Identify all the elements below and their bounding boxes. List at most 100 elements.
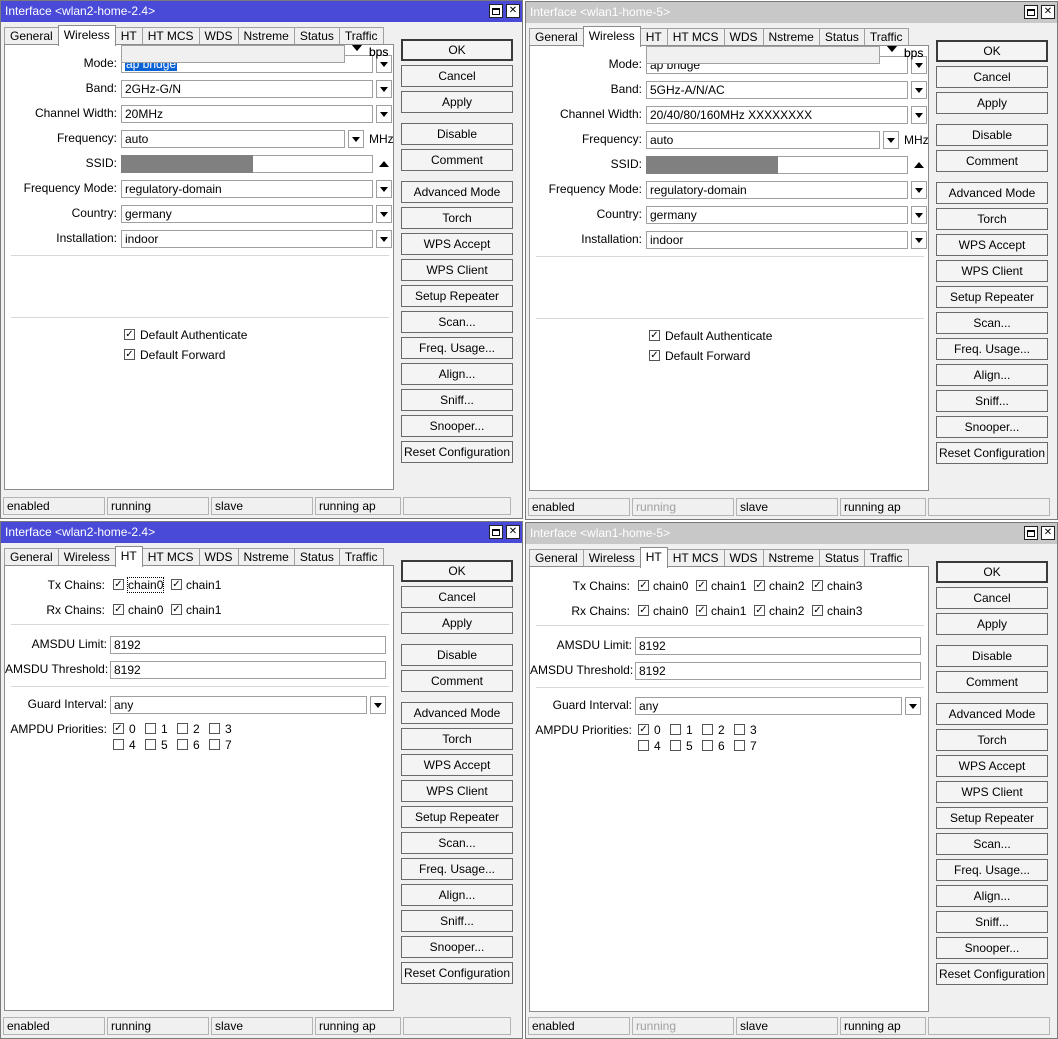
sniff-button[interactable]: Sniff... [401, 389, 513, 411]
ampdu-priority-7-checkbox[interactable] [209, 739, 220, 750]
disable-button[interactable]: Disable [401, 123, 513, 145]
frequency-mode-dropdown-icon[interactable] [376, 180, 392, 198]
tx-chains-chain0-checkbox[interactable]: ✓ [113, 579, 124, 590]
wps-client-button[interactable]: WPS Client [401, 259, 513, 281]
guard-interval-field[interactable]: any [110, 696, 367, 714]
snooper-button[interactable]: Snooper... [401, 936, 513, 958]
freq-usage-button[interactable]: Freq. Usage... [401, 337, 513, 359]
scan-button[interactable]: Scan... [936, 833, 1048, 855]
freq-usage-button[interactable]: Freq. Usage... [401, 858, 513, 880]
wps-client-button[interactable]: WPS Client [936, 781, 1048, 803]
tab-general[interactable]: General [529, 549, 584, 567]
sniff-button[interactable]: Sniff... [936, 390, 1048, 412]
maximize-icon[interactable] [1024, 526, 1038, 540]
disable-button[interactable]: Disable [936, 645, 1048, 667]
close-icon[interactable]: ✕ [506, 4, 520, 18]
setup-repeater-button[interactable]: Setup Repeater [936, 286, 1048, 308]
guard-interval-dropdown-icon[interactable] [370, 696, 386, 714]
default-authenticate-checkbox[interactable]: ✓ [124, 329, 135, 340]
undefined-expand-icon[interactable] [352, 45, 362, 51]
apply-button[interactable]: Apply [401, 612, 513, 634]
channel-width-field[interactable]: 20/40/80/160MHz XXXXXXXX [646, 106, 908, 124]
tab-status[interactable]: Status [818, 549, 865, 567]
sniff-button[interactable]: Sniff... [401, 910, 513, 932]
tab-ht-mcs[interactable]: HT MCS [666, 549, 725, 567]
ok-button[interactable]: OK [401, 39, 513, 61]
ampdu-priority-1-checkbox[interactable] [145, 723, 156, 734]
disable-button[interactable]: Disable [936, 124, 1048, 146]
tx-chains-chain0-checkbox[interactable]: ✓ [638, 580, 649, 591]
snooper-button[interactable]: Snooper... [936, 937, 1048, 959]
tx-chains-chain1-checkbox[interactable]: ✓ [171, 579, 182, 590]
rx-chains-chain1-checkbox[interactable]: ✓ [696, 605, 707, 616]
window-titlebar[interactable]: Interface <wlan2-home-2.4> ✕ [1, 1, 522, 22]
torch-button[interactable]: Torch [936, 208, 1048, 230]
amsdu-limit-field[interactable]: 8192 [635, 637, 921, 655]
tab-ht[interactable]: HT [114, 546, 143, 567]
default-forward-checkbox[interactable]: ✓ [124, 349, 135, 360]
window-titlebar[interactable]: Interface <wlan1-home-5> ✕ [526, 2, 1057, 23]
snooper-button[interactable]: Snooper... [401, 415, 513, 437]
ok-button[interactable]: OK [936, 561, 1048, 583]
frequency-dropdown-icon[interactable] [883, 131, 899, 149]
sniff-button[interactable]: Sniff... [936, 911, 1048, 933]
tab-wds[interactable]: WDS [198, 27, 239, 45]
wps-client-button[interactable]: WPS Client [401, 780, 513, 802]
ampdu-priority-5-checkbox[interactable] [670, 740, 681, 751]
apply-button[interactable]: Apply [936, 92, 1048, 114]
tab-wireless[interactable]: Wireless [57, 548, 116, 566]
ampdu-priority-6-checkbox[interactable] [702, 740, 713, 751]
tab-nstreme[interactable]: Nstreme [762, 28, 820, 46]
tab-wds[interactable]: WDS [198, 548, 239, 566]
close-icon[interactable]: ✕ [506, 525, 520, 539]
tab-ht-mcs[interactable]: HT MCS [141, 27, 200, 45]
torch-button[interactable]: Torch [936, 729, 1048, 751]
wps-accept-button[interactable]: WPS Accept [401, 233, 513, 255]
channel-width-dropdown-icon[interactable] [911, 106, 927, 124]
undefined-field[interactable] [121, 45, 345, 63]
wps-accept-button[interactable]: WPS Accept [401, 754, 513, 776]
tab-general[interactable]: General [529, 28, 584, 46]
amsdu-limit-field[interactable]: 8192 [110, 636, 386, 654]
tab-traffic[interactable]: Traffic [338, 27, 384, 45]
wps-accept-button[interactable]: WPS Accept [936, 234, 1048, 256]
comment-button[interactable]: Comment [936, 150, 1048, 172]
scan-button[interactable]: Scan... [401, 311, 513, 333]
rx-chains-chain3-checkbox[interactable]: ✓ [812, 605, 823, 616]
reset-configuration-button[interactable]: Reset Configuration [401, 962, 513, 984]
rx-chains-chain2-checkbox[interactable]: ✓ [754, 605, 765, 616]
tab-ht[interactable]: HT [639, 547, 668, 568]
reset-configuration-button[interactable]: Reset Configuration [936, 963, 1048, 985]
tab-wireless[interactable]: Wireless [57, 25, 116, 46]
close-icon[interactable]: ✕ [1041, 526, 1055, 540]
default-forward-checkbox[interactable]: ✓ [649, 350, 660, 361]
channel-width-dropdown-icon[interactable] [376, 105, 392, 123]
rx-chains-chain0-checkbox[interactable]: ✓ [638, 605, 649, 616]
ok-button[interactable]: OK [401, 560, 513, 582]
ampdu-priority-7-checkbox[interactable] [734, 740, 745, 751]
window-titlebar[interactable]: Interface <wlan1-home-5> ✕ [526, 523, 1057, 544]
comment-button[interactable]: Comment [401, 670, 513, 692]
disable-button[interactable]: Disable [401, 644, 513, 666]
advanced-mode-button[interactable]: Advanced Mode [401, 702, 513, 724]
installation-field[interactable]: indoor [646, 231, 908, 249]
ampdu-priority-4-checkbox[interactable] [113, 739, 124, 750]
band-dropdown-icon[interactable] [911, 81, 927, 99]
ampdu-priority-4-checkbox[interactable] [638, 740, 649, 751]
reset-configuration-button[interactable]: Reset Configuration [401, 441, 513, 463]
cancel-button[interactable]: Cancel [936, 66, 1048, 88]
default-authenticate-checkbox[interactable]: ✓ [649, 330, 660, 341]
tab-nstreme[interactable]: Nstreme [237, 548, 295, 566]
close-icon[interactable]: ✕ [1041, 5, 1055, 19]
align-button[interactable]: Align... [401, 363, 513, 385]
freq-usage-button[interactable]: Freq. Usage... [936, 338, 1048, 360]
tx-chains-chain3-checkbox[interactable]: ✓ [812, 580, 823, 591]
rx-chains-chain0-checkbox[interactable]: ✓ [113, 604, 124, 615]
freq-usage-button[interactable]: Freq. Usage... [936, 859, 1048, 881]
country-field[interactable]: germany [121, 205, 373, 223]
installation-field[interactable]: indoor [121, 230, 373, 248]
tab-wds[interactable]: WDS [723, 28, 764, 46]
frequency-field[interactable]: auto [121, 130, 345, 148]
align-button[interactable]: Align... [401, 884, 513, 906]
torch-button[interactable]: Torch [401, 728, 513, 750]
